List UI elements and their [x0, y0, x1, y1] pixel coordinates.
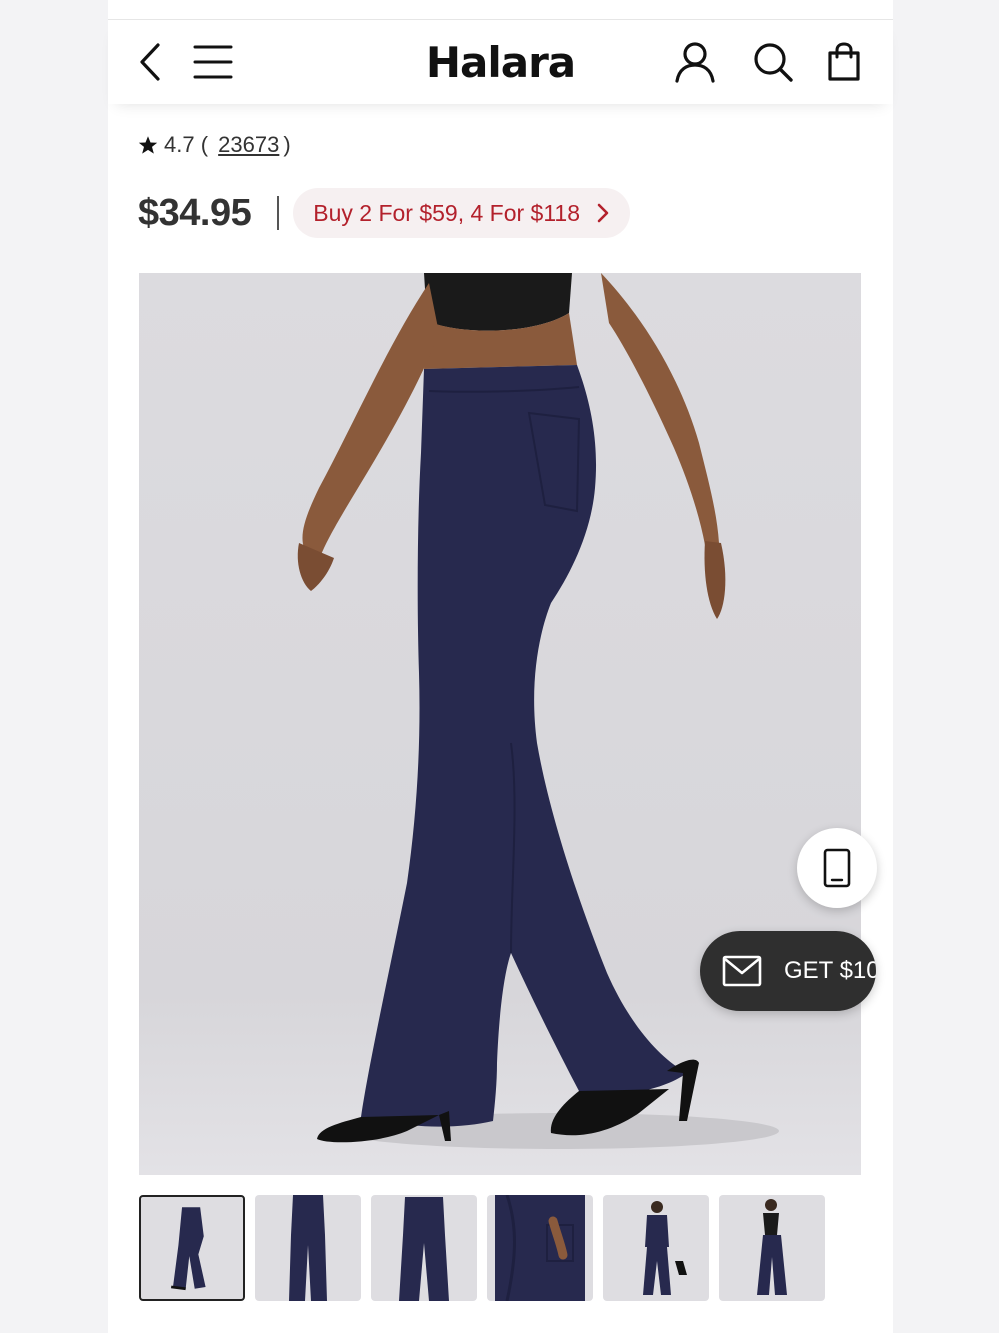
thumbnail-2[interactable]	[255, 1195, 361, 1301]
thumbnail-6[interactable]	[719, 1195, 825, 1301]
thumbnail-5[interactable]	[603, 1195, 709, 1301]
thumbnail-4[interactable]	[487, 1195, 593, 1301]
search-button[interactable]	[750, 20, 796, 104]
top-header: Halara	[108, 20, 893, 104]
chevron-right-icon	[597, 203, 609, 223]
paren-open: (	[194, 132, 215, 157]
newsletter-offer-button[interactable]: GET $10	[700, 931, 876, 1011]
rating-value: 4.7	[164, 132, 195, 157]
account-button[interactable]	[672, 20, 718, 104]
mail-icon	[722, 955, 762, 987]
thumbnail-3[interactable]	[371, 1195, 477, 1301]
product-page: … Halara 4.7 ( 23673 ) $34.95 Buy 2 For …	[108, 0, 893, 1333]
model-photo	[297, 273, 779, 1149]
price-row: $34.95 Buy 2 For $59, 4 For $118	[138, 188, 631, 238]
user-icon	[675, 42, 715, 83]
offer-label: GET $10	[784, 957, 876, 984]
product-price: $34.95	[138, 191, 252, 234]
thumbnail-1[interactable]	[139, 1195, 245, 1301]
tablet-icon	[823, 848, 851, 888]
paren-close: )	[283, 132, 291, 157]
cart-button[interactable]	[824, 20, 864, 104]
bundle-promo-button[interactable]: Buy 2 For $59, 4 For $118	[293, 188, 631, 238]
search-icon	[754, 43, 793, 82]
product-main-image[interactable]	[139, 273, 861, 1175]
rating-row: 4.7 ( 23673 )	[138, 132, 291, 158]
promo-label: Buy 2 For $59, 4 For $118	[313, 199, 581, 226]
thumbnail-gallery	[139, 1195, 835, 1301]
review-count-link[interactable]: 23673	[218, 132, 279, 158]
star-icon	[138, 136, 158, 154]
shopping-bag-icon	[828, 42, 860, 81]
app-download-button[interactable]	[797, 828, 877, 908]
price-divider	[277, 196, 280, 230]
